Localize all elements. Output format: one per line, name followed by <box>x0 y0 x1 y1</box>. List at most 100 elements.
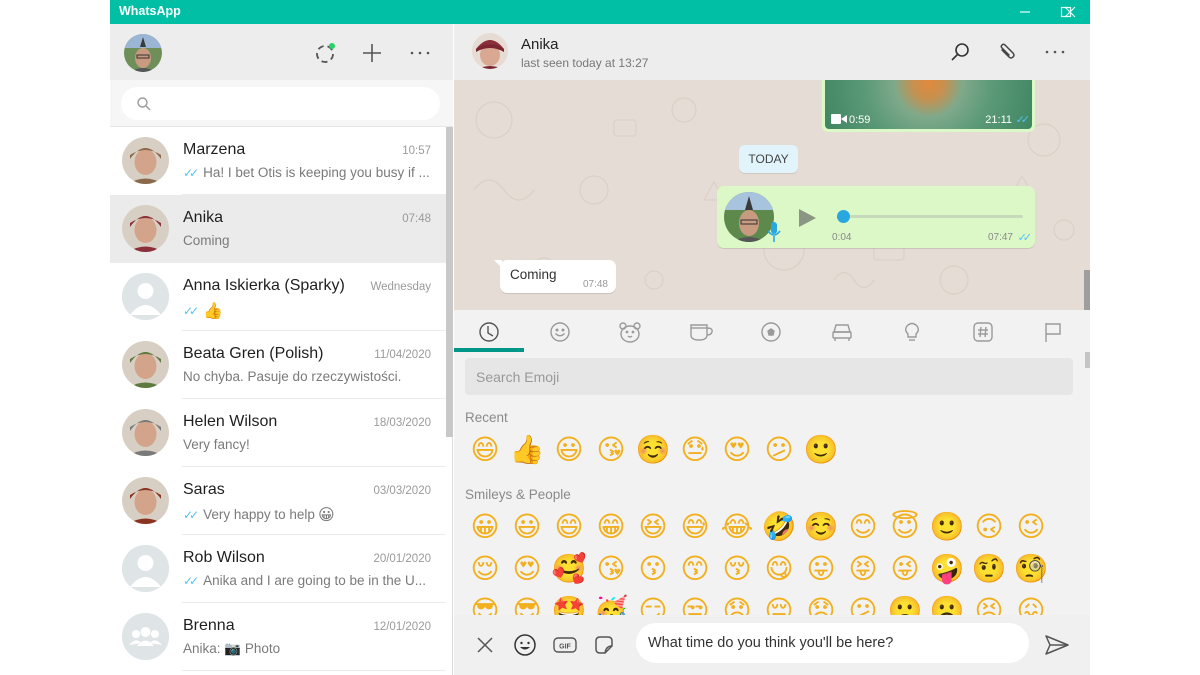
emoji-button[interactable]: 😅 <box>674 507 716 547</box>
tab-food[interactable] <box>666 310 736 354</box>
emoji-button[interactable]: 😇 <box>884 507 926 547</box>
search-chat-button[interactable] <box>946 38 974 66</box>
conversation-scrollbar[interactable] <box>1084 270 1090 310</box>
emoji-button[interactable]: 😀 <box>464 507 506 547</box>
emoji-button[interactable]: 😓 <box>674 430 716 470</box>
emoji-button[interactable]: 😚 <box>716 549 758 589</box>
emoji-button[interactable]: 😜 <box>884 549 926 589</box>
emoji-button[interactable]: ☺️ <box>800 507 842 547</box>
emoji-panel-scrollbar[interactable] <box>1085 352 1090 368</box>
emoji-button[interactable]: 😉 <box>1010 507 1052 547</box>
chat-menu-button[interactable] <box>1041 38 1069 66</box>
emoji-button[interactable]: ☺️ <box>632 430 674 470</box>
send-button[interactable] <box>1041 629 1073 661</box>
chat-list-item[interactable]: Marzena 10:57 ✓✓ Ha! I bet Otis is keeping … <box>110 127 446 195</box>
emoji-button[interactable]: 😘 <box>590 430 632 470</box>
emoji-button[interactable]: 😎 <box>464 591 506 615</box>
emoji-button[interactable]: 👍 <box>506 430 548 470</box>
message-input-box[interactable] <box>636 623 1029 663</box>
emoji-button[interactable]: 😌 <box>464 549 506 589</box>
emoji-button[interactable]: 😞 <box>716 591 758 615</box>
emoji-button[interactable]: 😔 <box>758 591 800 615</box>
my-avatar[interactable] <box>124 34 162 72</box>
emoji-button[interactable]: 🤩 <box>548 591 590 615</box>
search-box[interactable] <box>121 87 440 120</box>
attach-button[interactable] <box>994 38 1022 66</box>
emoji-row: 😀 😃 😄 😁 😆 😅 😂 🤣 ☺️ 😊 😇 🙂 🙃 😉 <box>464 507 1052 547</box>
tab-flags[interactable] <box>1018 310 1088 354</box>
emoji-button[interactable]: 😖 <box>1010 591 1052 615</box>
emoji-button[interactable]: 😟 <box>800 591 842 615</box>
chat-list-item[interactable]: Helen Wilson 18/03/2020 Very fancy! <box>110 399 446 467</box>
contact-avatar[interactable] <box>472 33 508 69</box>
emoji-button[interactable]: 😍 <box>716 430 758 470</box>
voice-progress-handle[interactable] <box>837 210 850 223</box>
emoji-search-input[interactable] <box>476 367 1036 387</box>
emoji-button[interactable]: 😕 <box>758 430 800 470</box>
emoji-button[interactable]: 🥳 <box>590 591 632 615</box>
emoji-button[interactable]: 😛 <box>800 549 842 589</box>
chat-list-item[interactable]: Anna Iskierka (Sparky) Wednesday ✓✓ 👍 <box>110 263 446 331</box>
emoji-button[interactable]: 😃 <box>548 430 590 470</box>
sidebar-menu-button[interactable] <box>406 39 434 67</box>
emoji-button[interactable]: 😍 <box>506 549 548 589</box>
emoji-button[interactable]: 😒 <box>674 591 716 615</box>
emoji-button[interactable]: 😣 <box>968 591 1010 615</box>
tab-objects[interactable] <box>877 310 947 354</box>
emoji-button[interactable]: 😙 <box>674 549 716 589</box>
emoji-button[interactable]: 🥰 <box>548 549 590 589</box>
emoji-button[interactable]: 🤪 <box>926 549 968 589</box>
avatar-placeholder <box>122 273 169 320</box>
emoji-button[interactable]: ☹️ <box>926 591 968 615</box>
close-emoji-panel-button[interactable] <box>469 629 501 661</box>
play-icon[interactable] <box>797 208 817 228</box>
emoji-button[interactable]: 😘 <box>590 549 632 589</box>
emoji-button[interactable]: 🧐 <box>1010 549 1052 589</box>
window-close-button[interactable] <box>1050 0 1090 24</box>
emoji-button[interactable]: 😂 <box>716 507 758 547</box>
emoji-button[interactable]: 😏 <box>632 591 674 615</box>
emoji-button[interactable]: 🙂 <box>800 430 842 470</box>
tab-activity[interactable] <box>736 310 806 354</box>
tab-smileys[interactable] <box>525 310 595 354</box>
tab-animals[interactable] <box>595 310 665 354</box>
emoji-search-box[interactable] <box>465 358 1073 395</box>
emoji-button[interactable]: 😕 <box>842 591 884 615</box>
emoji-button[interactable]: 🤣 <box>758 507 800 547</box>
emoji-button[interactable]: 😄 <box>548 507 590 547</box>
new-chat-button[interactable] <box>358 39 386 67</box>
emoji-button[interactable]: 🙂 <box>926 507 968 547</box>
emoji-button[interactable]: 😊 <box>842 507 884 547</box>
chat-list-item[interactable]: Brenna 12/01/2020 Anika: 📷 Photo <box>110 603 446 671</box>
emoji-button[interactable]: 🤨 <box>968 549 1010 589</box>
emoji-button[interactable]: 😋 <box>758 549 800 589</box>
message-input[interactable] <box>648 633 1018 653</box>
emoji-button[interactable]: 😗 <box>632 549 674 589</box>
voice-progress-track[interactable] <box>837 210 1023 223</box>
chat-preview: Very fancy! <box>183 437 433 452</box>
emoji-button[interactable]: 🙃 <box>968 507 1010 547</box>
chat-list-scrollbar[interactable] <box>446 127 453 437</box>
emoji-button[interactable]: 😄 <box>464 430 506 470</box>
emoji-button[interactable]: 😆 <box>632 507 674 547</box>
gif-icon: GIF <box>553 637 577 653</box>
contact-name[interactable]: Anika <box>521 36 559 53</box>
emoji-button[interactable]: 😃 <box>506 507 548 547</box>
emoji-button[interactable]: 🙁 <box>884 591 926 615</box>
emoji-button[interactable]: 😁 <box>590 507 632 547</box>
search-input[interactable] <box>161 93 421 113</box>
emoji-button[interactable]: 😝 <box>842 549 884 589</box>
chat-list-item[interactable]: Saras 03/03/2020 ✓✓ Very happy to help 😀 <box>110 467 446 535</box>
video-message[interactable]: 0:59 21:11 ✓✓ <box>822 80 1035 132</box>
chat-list-item[interactable]: Beata Gren (Polish) 11/04/2020 No chyba. P… <box>110 331 446 399</box>
chat-list-item[interactable]: Rob Wilson 20/01/2020 ✓✓ Anika and I are go… <box>110 535 446 603</box>
video-thumbnail[interactable]: 0:59 21:11 ✓✓ <box>825 80 1032 129</box>
emoji-button[interactable]: 😎 <box>506 591 548 615</box>
gif-button[interactable]: GIF <box>549 629 581 661</box>
tab-travel[interactable] <box>807 310 877 354</box>
emoji-button[interactable] <box>509 629 541 661</box>
tab-symbols[interactable] <box>948 310 1018 354</box>
status-button[interactable] <box>311 39 339 67</box>
chat-list-item[interactable]: Anika 07:48 Coming <box>110 195 446 263</box>
sticker-button[interactable] <box>588 629 620 661</box>
